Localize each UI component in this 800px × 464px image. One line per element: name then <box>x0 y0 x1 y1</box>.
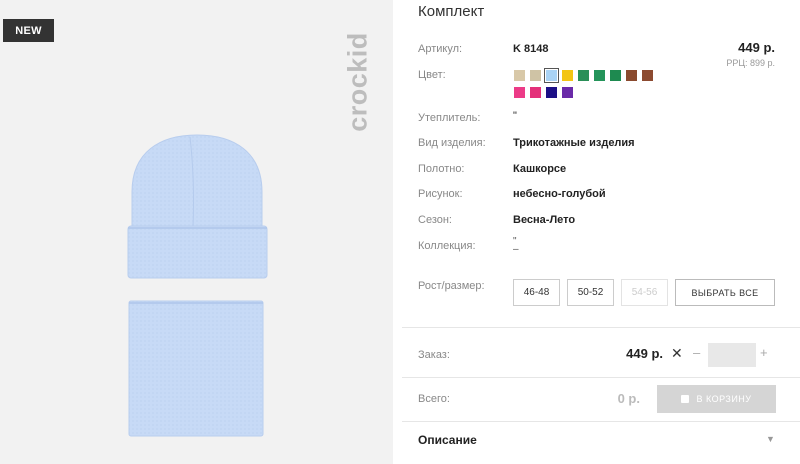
color-swatch[interactable] <box>514 87 525 98</box>
order-price: 449 р. <box>626 346 663 361</box>
product-price: 449 р. <box>738 40 775 55</box>
beanie-image <box>127 134 268 279</box>
type-label: Вид изделия: <box>418 137 486 149</box>
total-value: 0 р. <box>617 391 640 406</box>
season-label: Сезон: <box>418 214 452 226</box>
color-swatch[interactable] <box>626 70 637 81</box>
insulation-value: " <box>513 110 517 122</box>
size-option-50-52[interactable]: 50-52 <box>567 279 614 306</box>
type-value: Трикотажные изделия <box>513 137 635 149</box>
product-title: Комплект <box>418 3 485 20</box>
color-swatch[interactable] <box>610 70 621 81</box>
color-swatch[interactable] <box>562 87 573 98</box>
article-value: K 8148 <box>513 43 549 55</box>
product-image-panel[interactable]: NEW crockid <box>0 0 393 464</box>
article-label: Артикул: <box>418 43 463 55</box>
rrp-price: РРЦ: 899 р. <box>726 58 775 68</box>
order-label: Заказ: <box>418 349 450 361</box>
divider <box>402 377 800 378</box>
select-all-sizes-button[interactable]: ВЫБРАТЬ ВСЕ <box>675 279 775 306</box>
insulation-label: Утеплитель: <box>418 112 481 124</box>
color-swatch[interactable] <box>530 70 541 81</box>
color-swatch[interactable] <box>544 68 559 83</box>
size-option-46-48[interactable]: 46-48 <box>513 279 560 306</box>
season-value: Весна-Лето <box>513 214 576 226</box>
fabric-value: Кашкорсе <box>513 163 567 175</box>
pattern-label: Рисунок: <box>418 188 463 200</box>
decrease-quantity-button[interactable]: – <box>693 345 700 360</box>
color-swatch[interactable] <box>530 87 541 98</box>
collection-label: Коллекция: <box>418 240 476 252</box>
color-swatch[interactable] <box>562 70 573 81</box>
add-to-cart-label: В КОРЗИНУ <box>696 394 752 404</box>
color-swatch[interactable] <box>642 70 653 81</box>
brand-logo: crockid <box>343 12 373 152</box>
increase-quantity-button[interactable]: + <box>760 345 768 360</box>
color-swatch[interactable] <box>514 70 525 81</box>
color-swatch[interactable] <box>546 87 557 98</box>
brand-logo-text: crockid <box>342 32 373 132</box>
pattern-value: небесно-голубой <box>513 188 606 200</box>
size-label: Рост/размер: <box>418 280 485 292</box>
divider <box>402 327 800 328</box>
add-to-cart-button[interactable]: В КОРЗИНУ <box>657 385 776 413</box>
snood-image <box>128 300 264 437</box>
size-option-54-56: 54-56 <box>621 279 668 306</box>
fabric-label: Полотно: <box>418 163 465 175</box>
quantity-input[interactable] <box>708 343 756 367</box>
shopping-bag-icon <box>681 395 690 403</box>
color-label: Цвет: <box>418 69 446 81</box>
divider <box>402 421 800 422</box>
new-badge: NEW <box>3 19 54 42</box>
color-swatch[interactable] <box>578 70 589 81</box>
chevron-down-icon[interactable]: ▼ <box>766 434 775 444</box>
total-label: Всего: <box>418 393 450 405</box>
remove-icon[interactable]: ✕ <box>671 345 683 362</box>
color-swatch[interactable] <box>594 70 605 81</box>
collection-value: " – <box>513 236 519 255</box>
description-title[interactable]: Описание <box>418 433 477 447</box>
